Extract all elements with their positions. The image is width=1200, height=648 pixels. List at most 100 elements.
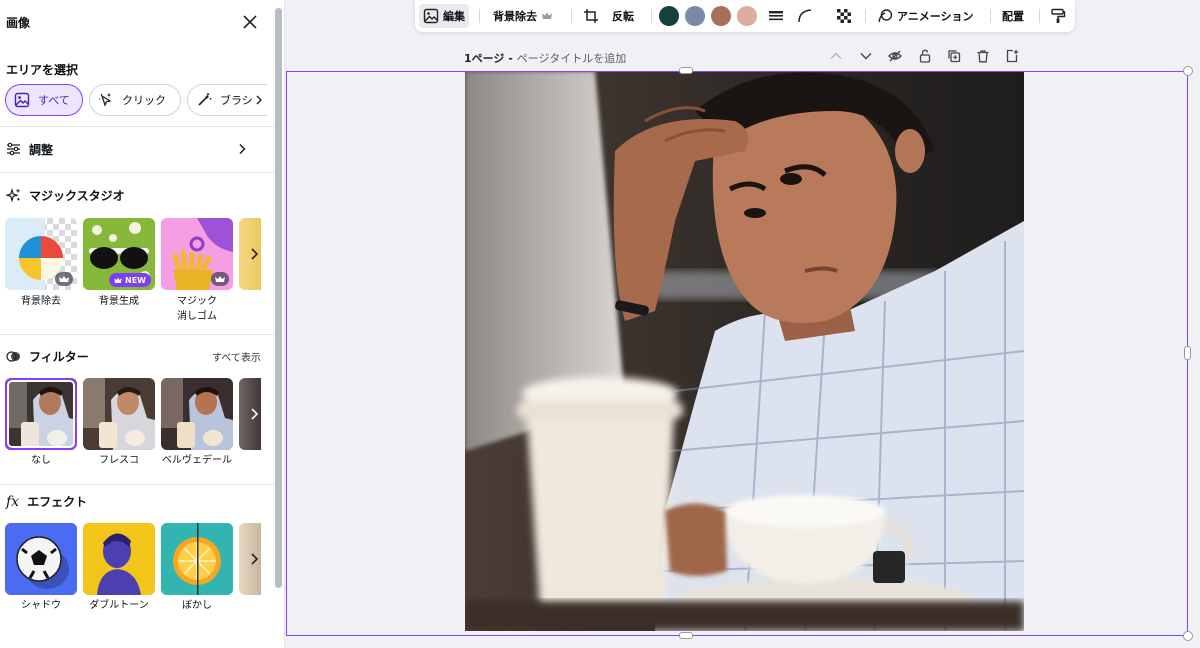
filter-none-label: なし <box>31 455 51 466</box>
magic-studio-next[interactable] <box>239 218 261 290</box>
filters-heading: フィルター <box>6 348 89 365</box>
position-label: 配置 <box>1002 10 1024 23</box>
animation-icon <box>878 9 893 23</box>
color-swatch-2[interactable] <box>685 6 705 26</box>
transparency-checker-icon <box>837 9 851 23</box>
resize-handle-bottom[interactable] <box>679 632 693 639</box>
magic-eraser-tile[interactable] <box>161 218 233 290</box>
divider <box>0 126 275 127</box>
bg-remove-tile[interactable] <box>5 218 77 290</box>
selection-frame <box>286 71 1188 636</box>
bg-generate-tile[interactable]: NEW <box>83 218 155 290</box>
sparkle-icon <box>6 188 20 203</box>
transparency-button[interactable] <box>832 4 856 28</box>
duplicate-page-icon[interactable] <box>947 49 961 63</box>
filter-none-tile[interactable] <box>5 378 77 450</box>
resize-handle-top-right[interactable] <box>1183 66 1193 76</box>
chevron-right-icon[interactable] <box>236 143 248 155</box>
trash-icon[interactable] <box>976 49 990 63</box>
crown-icon <box>542 12 552 19</box>
toolbar-separator <box>865 9 866 23</box>
panel-title: 画像 <box>6 16 31 30</box>
new-badge: NEW <box>109 273 151 287</box>
toolbar-separator <box>1039 9 1040 23</box>
context-toolbar: 編集 背景除去 反転 アニメーション 配置 <box>415 0 1075 32</box>
position-button[interactable]: 配置 <box>998 4 1028 28</box>
lock-open-icon[interactable] <box>918 49 932 63</box>
chevron-right-icon <box>251 248 259 260</box>
resize-handle-top[interactable] <box>679 67 693 74</box>
edit-button[interactable]: 編集 <box>419 4 469 28</box>
resize-handle-bottom-right[interactable] <box>1183 631 1193 641</box>
panel-scrollbar[interactable] <box>275 8 282 588</box>
crop-button[interactable] <box>579 4 603 28</box>
page-title-placeholder[interactable]: ページタイトルを追加 <box>517 52 627 65</box>
hide-eye-icon[interactable] <box>888 49 902 63</box>
border-style-button[interactable] <box>764 4 788 28</box>
bg-remove-button[interactable]: 背景除去 <box>489 4 557 28</box>
page-number: 1ページ <box>464 52 505 65</box>
color-swatch-3[interactable] <box>711 6 731 26</box>
filter-belvedere-tile[interactable] <box>161 378 233 450</box>
image-edit-icon <box>423 8 439 24</box>
area-all-chip[interactable]: すべて <box>5 84 83 116</box>
filter-circles-icon <box>6 351 20 362</box>
copy-style-button[interactable] <box>1046 4 1070 28</box>
divider <box>0 172 275 173</box>
area-click-chip[interactable]: クリック <box>89 84 181 116</box>
corner-radius-button[interactable] <box>793 4 817 28</box>
magic-studio-label: マジックスタジオ <box>29 189 125 203</box>
flip-button[interactable]: 反転 <box>608 4 638 28</box>
color-swatch-1[interactable] <box>659 6 679 26</box>
effect-shadow-label: シャドウ <box>21 600 61 611</box>
paint-roller-icon <box>1051 8 1066 23</box>
fx-icon: fx <box>6 493 20 510</box>
bg-remove-label: 背景除去 <box>493 10 537 23</box>
chevron-down-icon[interactable] <box>859 49 873 63</box>
filters-next[interactable] <box>239 378 261 450</box>
resize-handle-right[interactable] <box>1184 346 1191 360</box>
filters-label: フィルター <box>29 350 89 364</box>
page-title-bar[interactable]: 1ページ - ページタイトルを追加 <box>464 50 626 66</box>
color-swatch-4[interactable] <box>737 6 757 26</box>
crop-icon <box>584 9 598 23</box>
chevron-right-icon[interactable] <box>255 95 263 105</box>
filter-fresco-label: フレスコ <box>99 455 139 466</box>
effects-next[interactable] <box>239 523 261 595</box>
photo-thumbnail <box>161 378 233 450</box>
border-lines-icon <box>769 11 783 21</box>
flip-label: 反転 <box>612 10 634 23</box>
premium-crown-icon <box>211 272 229 286</box>
effect-shadow-tile[interactable] <box>5 523 77 595</box>
corner-rounding-icon <box>798 9 812 23</box>
divider <box>0 484 275 485</box>
effect-duotone-label: ダブルトーン <box>89 600 149 611</box>
sliders-icon <box>7 142 20 156</box>
photo-thumbnail <box>83 378 155 450</box>
toolbar-separator <box>571 9 572 23</box>
effect-blur-tile[interactable] <box>161 523 233 595</box>
effects-heading: fx エフェクト <box>6 493 87 510</box>
add-page-icon[interactable] <box>1005 49 1019 63</box>
page-separator: - <box>504 52 517 65</box>
toolbar-separator <box>479 9 480 23</box>
area-click-label: クリック <box>122 94 166 107</box>
duotone-portrait-image <box>83 523 155 595</box>
chevron-up-icon[interactable] <box>829 49 843 63</box>
area-brush-label: ブラシ <box>220 94 253 107</box>
filter-belvedere-label: ベルヴェデール <box>162 455 232 466</box>
area-brush-chip[interactable]: ブラシ <box>187 84 267 116</box>
filters-see-all-link[interactable]: すべて表示 <box>212 349 261 364</box>
effect-blur-label: ぼかし <box>182 600 212 611</box>
filter-fresco-tile[interactable] <box>83 378 155 450</box>
image-edit-panel: 画像 エリアを選択 すべて クリック ブラシ 調整 マジックスタジオ 背景除去 … <box>0 0 285 648</box>
orange-slice-image <box>161 523 233 595</box>
photo-thumbnail <box>5 378 77 450</box>
image-icon <box>14 92 30 108</box>
premium-crown-icon <box>55 272 73 286</box>
animate-button[interactable]: アニメーション <box>873 4 978 28</box>
close-icon[interactable] <box>241 13 259 31</box>
effect-duotone-tile[interactable] <box>83 523 155 595</box>
adjust-row[interactable]: 調整 <box>6 141 256 157</box>
toolbar-separator <box>651 9 652 23</box>
